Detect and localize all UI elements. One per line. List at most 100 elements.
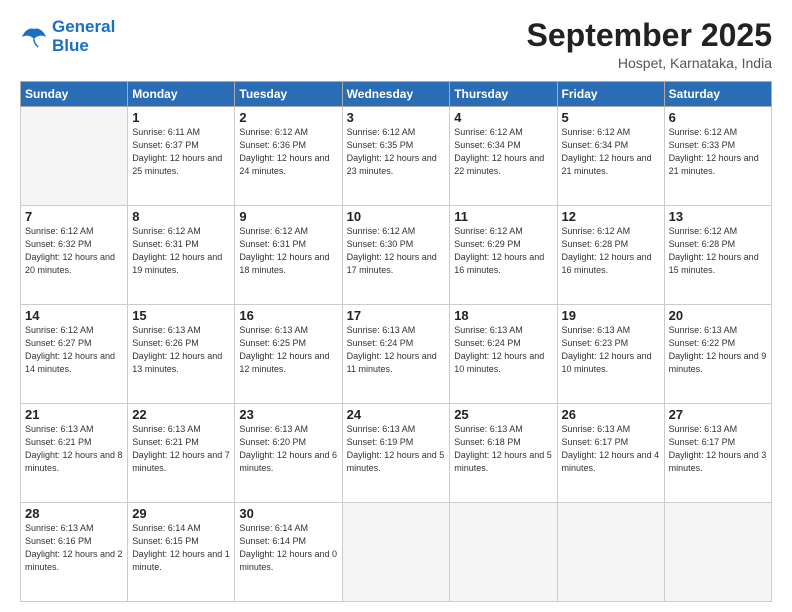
day-detail: Sunrise: 6:13 AMSunset: 6:16 PMDaylight:…	[25, 522, 123, 574]
header: General Blue September 2025 Hospet, Karn…	[20, 18, 772, 71]
calendar-cell: 4Sunrise: 6:12 AMSunset: 6:34 PMDaylight…	[450, 107, 557, 206]
day-number: 10	[347, 209, 446, 224]
calendar-cell: 22Sunrise: 6:13 AMSunset: 6:21 PMDayligh…	[128, 404, 235, 503]
day-detail: Sunrise: 6:13 AMSunset: 6:26 PMDaylight:…	[132, 324, 230, 376]
day-detail: Sunrise: 6:13 AMSunset: 6:21 PMDaylight:…	[25, 423, 123, 475]
day-detail: Sunrise: 6:12 AMSunset: 6:33 PMDaylight:…	[669, 126, 767, 178]
calendar-week-3: 21Sunrise: 6:13 AMSunset: 6:21 PMDayligh…	[21, 404, 772, 503]
day-detail: Sunrise: 6:12 AMSunset: 6:29 PMDaylight:…	[454, 225, 552, 277]
day-header-tuesday: Tuesday	[235, 82, 342, 107]
day-number: 23	[239, 407, 337, 422]
calendar-cell: 8Sunrise: 6:12 AMSunset: 6:31 PMDaylight…	[128, 206, 235, 305]
calendar-cell: 28Sunrise: 6:13 AMSunset: 6:16 PMDayligh…	[21, 503, 128, 602]
calendar-cell: 17Sunrise: 6:13 AMSunset: 6:24 PMDayligh…	[342, 305, 450, 404]
calendar-cell: 14Sunrise: 6:12 AMSunset: 6:27 PMDayligh…	[21, 305, 128, 404]
logo-text: General Blue	[52, 18, 115, 55]
calendar-cell	[342, 503, 450, 602]
day-header-friday: Friday	[557, 82, 664, 107]
day-detail: Sunrise: 6:13 AMSunset: 6:19 PMDaylight:…	[347, 423, 446, 475]
title-block: September 2025 Hospet, Karnataka, India	[527, 18, 772, 71]
calendar-cell: 5Sunrise: 6:12 AMSunset: 6:34 PMDaylight…	[557, 107, 664, 206]
day-detail: Sunrise: 6:12 AMSunset: 6:31 PMDaylight:…	[132, 225, 230, 277]
day-number: 6	[669, 110, 767, 125]
logo-line2: Blue	[52, 36, 89, 55]
page: General Blue September 2025 Hospet, Karn…	[0, 0, 792, 612]
day-detail: Sunrise: 6:13 AMSunset: 6:17 PMDaylight:…	[669, 423, 767, 475]
calendar-cell: 30Sunrise: 6:14 AMSunset: 6:14 PMDayligh…	[235, 503, 342, 602]
day-number: 9	[239, 209, 337, 224]
month-title: September 2025	[527, 18, 772, 53]
day-number: 30	[239, 506, 337, 521]
calendar-cell: 18Sunrise: 6:13 AMSunset: 6:24 PMDayligh…	[450, 305, 557, 404]
day-detail: Sunrise: 6:12 AMSunset: 6:34 PMDaylight:…	[454, 126, 552, 178]
day-number: 14	[25, 308, 123, 323]
day-number: 24	[347, 407, 446, 422]
calendar-cell: 23Sunrise: 6:13 AMSunset: 6:20 PMDayligh…	[235, 404, 342, 503]
calendar-cell: 26Sunrise: 6:13 AMSunset: 6:17 PMDayligh…	[557, 404, 664, 503]
day-header-monday: Monday	[128, 82, 235, 107]
calendar-cell: 11Sunrise: 6:12 AMSunset: 6:29 PMDayligh…	[450, 206, 557, 305]
day-detail: Sunrise: 6:14 AMSunset: 6:15 PMDaylight:…	[132, 522, 230, 574]
calendar-cell: 15Sunrise: 6:13 AMSunset: 6:26 PMDayligh…	[128, 305, 235, 404]
calendar-cell	[557, 503, 664, 602]
day-detail: Sunrise: 6:13 AMSunset: 6:23 PMDaylight:…	[562, 324, 660, 376]
day-detail: Sunrise: 6:13 AMSunset: 6:25 PMDaylight:…	[239, 324, 337, 376]
day-detail: Sunrise: 6:13 AMSunset: 6:24 PMDaylight:…	[347, 324, 446, 376]
calendar-cell: 9Sunrise: 6:12 AMSunset: 6:31 PMDaylight…	[235, 206, 342, 305]
logo-line1: General	[52, 17, 115, 36]
calendar-cell	[450, 503, 557, 602]
day-number: 25	[454, 407, 552, 422]
day-number: 20	[669, 308, 767, 323]
day-detail: Sunrise: 6:13 AMSunset: 6:18 PMDaylight:…	[454, 423, 552, 475]
day-number: 12	[562, 209, 660, 224]
day-header-sunday: Sunday	[21, 82, 128, 107]
calendar-cell: 3Sunrise: 6:12 AMSunset: 6:35 PMDaylight…	[342, 107, 450, 206]
calendar-cell: 21Sunrise: 6:13 AMSunset: 6:21 PMDayligh…	[21, 404, 128, 503]
calendar-week-0: 1Sunrise: 6:11 AMSunset: 6:37 PMDaylight…	[21, 107, 772, 206]
day-detail: Sunrise: 6:13 AMSunset: 6:17 PMDaylight:…	[562, 423, 660, 475]
day-detail: Sunrise: 6:14 AMSunset: 6:14 PMDaylight:…	[239, 522, 337, 574]
day-detail: Sunrise: 6:12 AMSunset: 6:31 PMDaylight:…	[239, 225, 337, 277]
calendar-cell: 20Sunrise: 6:13 AMSunset: 6:22 PMDayligh…	[664, 305, 771, 404]
day-header-saturday: Saturday	[664, 82, 771, 107]
day-number: 21	[25, 407, 123, 422]
calendar-cell: 16Sunrise: 6:13 AMSunset: 6:25 PMDayligh…	[235, 305, 342, 404]
calendar-header-row: SundayMondayTuesdayWednesdayThursdayFrid…	[21, 82, 772, 107]
day-number: 1	[132, 110, 230, 125]
calendar-week-4: 28Sunrise: 6:13 AMSunset: 6:16 PMDayligh…	[21, 503, 772, 602]
logo: General Blue	[20, 18, 115, 55]
day-detail: Sunrise: 6:13 AMSunset: 6:21 PMDaylight:…	[132, 423, 230, 475]
day-detail: Sunrise: 6:13 AMSunset: 6:22 PMDaylight:…	[669, 324, 767, 376]
calendar-cell	[664, 503, 771, 602]
day-number: 16	[239, 308, 337, 323]
day-number: 29	[132, 506, 230, 521]
calendar-cell: 29Sunrise: 6:14 AMSunset: 6:15 PMDayligh…	[128, 503, 235, 602]
calendar-cell: 12Sunrise: 6:12 AMSunset: 6:28 PMDayligh…	[557, 206, 664, 305]
calendar-cell: 27Sunrise: 6:13 AMSunset: 6:17 PMDayligh…	[664, 404, 771, 503]
calendar-week-2: 14Sunrise: 6:12 AMSunset: 6:27 PMDayligh…	[21, 305, 772, 404]
day-number: 22	[132, 407, 230, 422]
day-number: 11	[454, 209, 552, 224]
calendar: SundayMondayTuesdayWednesdayThursdayFrid…	[20, 81, 772, 602]
calendar-cell: 13Sunrise: 6:12 AMSunset: 6:28 PMDayligh…	[664, 206, 771, 305]
day-detail: Sunrise: 6:12 AMSunset: 6:34 PMDaylight:…	[562, 126, 660, 178]
day-number: 26	[562, 407, 660, 422]
calendar-cell: 2Sunrise: 6:12 AMSunset: 6:36 PMDaylight…	[235, 107, 342, 206]
day-number: 27	[669, 407, 767, 422]
calendar-cell: 25Sunrise: 6:13 AMSunset: 6:18 PMDayligh…	[450, 404, 557, 503]
day-detail: Sunrise: 6:12 AMSunset: 6:30 PMDaylight:…	[347, 225, 446, 277]
day-detail: Sunrise: 6:12 AMSunset: 6:32 PMDaylight:…	[25, 225, 123, 277]
day-number: 4	[454, 110, 552, 125]
calendar-cell: 1Sunrise: 6:11 AMSunset: 6:37 PMDaylight…	[128, 107, 235, 206]
calendar-cell: 24Sunrise: 6:13 AMSunset: 6:19 PMDayligh…	[342, 404, 450, 503]
day-detail: Sunrise: 6:12 AMSunset: 6:28 PMDaylight:…	[669, 225, 767, 277]
subtitle: Hospet, Karnataka, India	[527, 55, 772, 71]
calendar-cell: 6Sunrise: 6:12 AMSunset: 6:33 PMDaylight…	[664, 107, 771, 206]
day-number: 7	[25, 209, 123, 224]
calendar-week-1: 7Sunrise: 6:12 AMSunset: 6:32 PMDaylight…	[21, 206, 772, 305]
day-detail: Sunrise: 6:12 AMSunset: 6:36 PMDaylight:…	[239, 126, 337, 178]
day-detail: Sunrise: 6:12 AMSunset: 6:28 PMDaylight:…	[562, 225, 660, 277]
calendar-cell: 7Sunrise: 6:12 AMSunset: 6:32 PMDaylight…	[21, 206, 128, 305]
day-number: 18	[454, 308, 552, 323]
day-number: 8	[132, 209, 230, 224]
